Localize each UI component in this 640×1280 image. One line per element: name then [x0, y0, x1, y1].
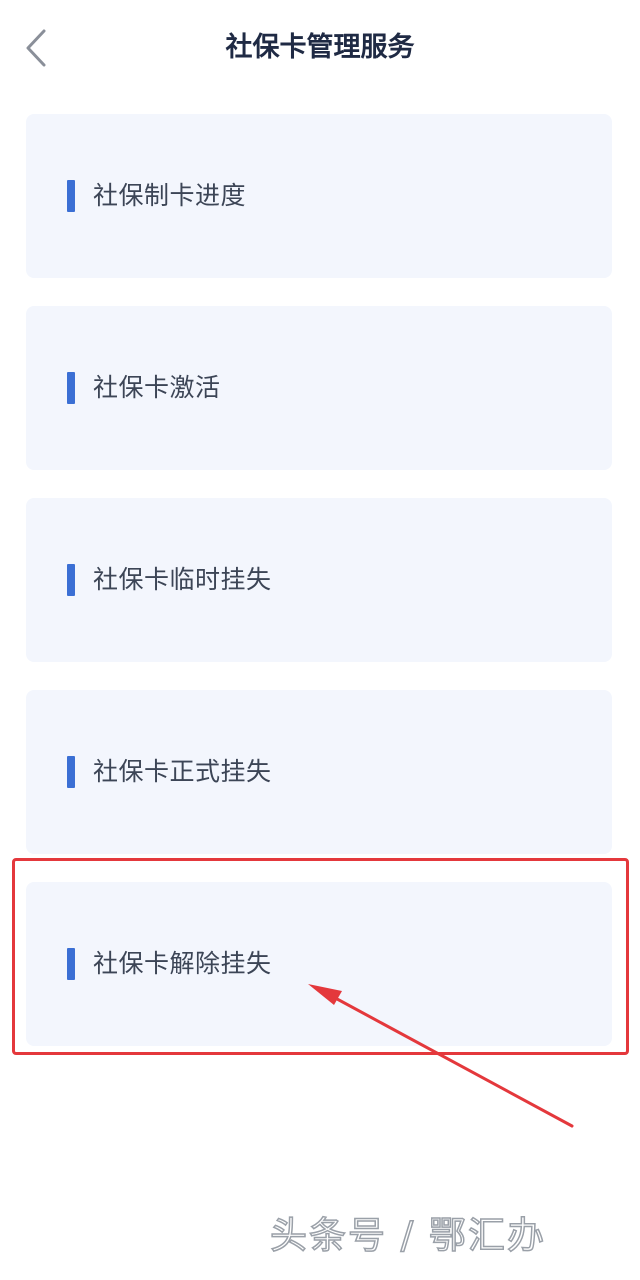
accent-bar — [67, 564, 75, 596]
menu-item-label: 社保卡临时挂失 — [93, 565, 272, 594]
accent-bar — [67, 948, 75, 980]
page-title: 社保卡管理服务 — [225, 32, 415, 63]
menu-item-label: 社保卡正式挂失 — [93, 757, 272, 786]
menu-item-label: 社保卡激活 — [93, 373, 221, 402]
menu-item-cancel-loss-report[interactable]: 社保卡解除挂失 — [26, 882, 612, 1046]
menu-item-card-activation[interactable]: 社保卡激活 — [26, 306, 612, 470]
watermark-text: 头条号 / 鄂汇办 — [269, 1213, 546, 1258]
menu-item-temporary-loss-report[interactable]: 社保卡临时挂失 — [26, 498, 612, 662]
accent-bar — [67, 372, 75, 404]
header-bar: 社保卡管理服务 — [0, 0, 640, 100]
menu-item-formal-loss-report[interactable]: 社保卡正式挂失 — [26, 690, 612, 854]
menu-item-label: 社保卡解除挂失 — [93, 949, 272, 978]
menu-item-card-progress[interactable]: 社保制卡进度 — [26, 114, 612, 278]
accent-bar — [67, 180, 75, 212]
accent-bar — [67, 756, 75, 788]
menu-item-label: 社保制卡进度 — [93, 181, 247, 210]
